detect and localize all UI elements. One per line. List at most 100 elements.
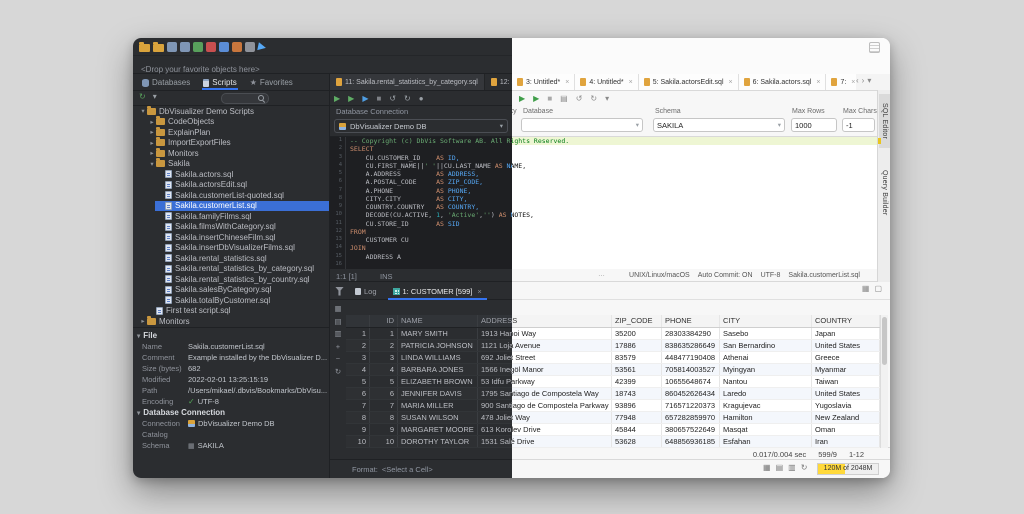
database-select[interactable]: ▾: [521, 118, 643, 132]
grid-cell[interactable]: 28303384290: [662, 328, 720, 339]
grid-cell[interactable]: Esfahan: [720, 436, 812, 447]
close-tab-icon[interactable]: ×: [816, 79, 820, 86]
filter-results-icon[interactable]: [335, 286, 344, 296]
grid-cell[interactable]: 2: [370, 340, 398, 351]
delete-row-icon[interactable]: −: [336, 355, 340, 363]
column-header-country[interactable]: COUNTRY: [812, 315, 880, 327]
editor-tab[interactable]: 3: Untitled* ×: [512, 74, 576, 90]
expander-icon[interactable]: ▸: [148, 118, 156, 126]
grid-cell[interactable]: 17886: [612, 340, 662, 351]
grid-cell[interactable]: 3: [346, 352, 370, 363]
column-header-id[interactable]: ID: [370, 315, 398, 327]
tree-item[interactable]: ▾ Sakila: [133, 158, 329, 170]
grid-cell[interactable]: 77948: [612, 412, 662, 423]
grid-cell[interactable]: JENNIFER DAVIS: [398, 388, 478, 399]
properties-section[interactable]: ▾ Database Connection: [133, 407, 329, 418]
grid-cell[interactable]: 860452626434: [662, 388, 720, 399]
grid-cell[interactable]: MARIA MILLER: [398, 400, 478, 411]
expander-icon[interactable]: ▸: [139, 317, 147, 325]
grid-cell[interactable]: DOROTHY TAYLOR: [398, 436, 478, 447]
disconnect-icon[interactable]: [206, 42, 216, 52]
grid-cell[interactable]: 45844: [612, 424, 662, 435]
grid-cell[interactable]: PATRICIA JOHNSON: [398, 340, 478, 351]
grid-cell[interactable]: San Bernardino: [720, 340, 812, 351]
run-script-icon[interactable]: ▶: [533, 94, 539, 103]
toolbar-overflow-icon[interactable]: [869, 42, 880, 53]
grid-cell[interactable]: Myingyan: [720, 364, 812, 375]
grid-cell[interactable]: 8: [370, 412, 398, 423]
tree-item[interactable]: ▸ CodeObjects: [133, 116, 329, 128]
grid-cell[interactable]: 18743: [612, 388, 662, 399]
tree-filter-input[interactable]: [224, 95, 258, 102]
redo-icon[interactable]: ↻: [590, 94, 597, 103]
schema-select[interactable]: SAKILA ▾: [653, 118, 785, 132]
history-icon[interactable]: ▾: [605, 94, 609, 103]
expander-icon[interactable]: ▾: [139, 107, 147, 115]
grid-cell[interactable]: MARY SMITH: [398, 328, 478, 339]
column-header-phone[interactable]: PHONE: [662, 315, 720, 327]
refresh-icon[interactable]: ↻: [139, 93, 146, 101]
tree-item[interactable]: Sakila.rental_statistics.sql: [133, 253, 329, 264]
grid-cell[interactable]: Oman: [812, 424, 880, 435]
column-header-zip_code[interactable]: ZIP_CODE: [612, 315, 662, 327]
grid-cell[interactable]: 648856936185: [662, 436, 720, 447]
status-autocommit[interactable]: Auto Commit: ON: [698, 272, 753, 279]
close-tab-icon[interactable]: ×: [851, 79, 855, 86]
tree-item[interactable]: ▸ Monitors: [133, 315, 329, 327]
editor-tab[interactable]: 12: S: [485, 74, 512, 90]
tree-item[interactable]: Sakila.actorsEdit.sql: [133, 180, 329, 191]
stop-icon[interactable]: ■: [547, 94, 552, 103]
tree-item[interactable]: Sakila.insertChineseFilm.sql: [133, 232, 329, 243]
editor-tab[interactable]: 7: ×: [826, 74, 856, 90]
connect-icon[interactable]: [193, 42, 203, 52]
tree-item[interactable]: Sakila.filmsWithCategory.sql: [133, 222, 329, 233]
tools-icon[interactable]: [245, 42, 255, 52]
grid-cell[interactable]: Greece: [812, 352, 880, 363]
reload-grid-icon[interactable]: ↻: [335, 367, 341, 376]
grid-cell[interactable]: Nantou: [720, 376, 812, 387]
grid-cell[interactable]: BARBARA JONES: [398, 364, 478, 375]
grid-cell[interactable]: Myanmar: [812, 364, 880, 375]
editor-tab[interactable]: 6: Sakila.actors.sql ×: [738, 74, 827, 90]
grid-cell[interactable]: 716571220373: [662, 400, 720, 411]
sidebar-tab-favorites[interactable]: ★ Favorites: [249, 74, 294, 90]
grid-cell[interactable]: Japan: [812, 328, 880, 339]
grid-cell[interactable]: SUSAN WILSON: [398, 412, 478, 423]
expander-icon[interactable]: ▾: [148, 160, 156, 168]
tree-item[interactable]: Sakila.actors.sql: [133, 169, 329, 180]
scrollbar-thumb[interactable]: [882, 317, 887, 365]
maximize-icon[interactable]: ▢: [874, 285, 882, 293]
stop-icon[interactable]: ■: [376, 94, 381, 103]
grid-cell[interactable]: Taiwan: [812, 376, 880, 387]
grid-cell[interactable]: 380657522649: [662, 424, 720, 435]
grid-cell[interactable]: 8: [346, 412, 370, 423]
grid-cell[interactable]: ELIZABETH BROWN: [398, 376, 478, 387]
collapse-section-icon[interactable]: ▾: [137, 332, 140, 340]
tab-list-icon[interactable]: ▾: [867, 77, 871, 85]
tree-item[interactable]: Sakila.customerList.sql: [133, 200, 329, 211]
editor-tab[interactable]: 4: Untitled* ×: [575, 74, 639, 90]
grid-view-icon[interactable]: ▦: [334, 305, 341, 313]
grid-cell[interactable]: Kragujevac: [720, 400, 812, 411]
editor-tab[interactable]: 11: Sakila.rental_statistics_by_category…: [330, 74, 485, 90]
grid-cell[interactable]: 1: [370, 328, 398, 339]
scroll-tabs-left-icon[interactable]: ‹: [856, 77, 859, 85]
rollback-icon[interactable]: [232, 42, 242, 52]
column-header[interactable]: [346, 315, 370, 327]
tree-item[interactable]: Sakila.rental_statistics_by_category.sql: [133, 264, 329, 275]
results-tab[interactable]: Log: [350, 282, 382, 300]
tree-item[interactable]: ▾ DbVisualizer Demo Scripts: [133, 106, 329, 117]
text-view-icon[interactable]: ▤: [776, 464, 784, 472]
tree-item[interactable]: Sakila.rental_statistics_by_country.sql: [133, 274, 329, 285]
grid-cell[interactable]: Laredo: [720, 388, 812, 399]
tree-item[interactable]: Sakila.familyFilms.sql: [133, 211, 329, 222]
close-tab-icon[interactable]: ×: [565, 79, 569, 86]
grid-cell[interactable]: 4: [346, 364, 370, 375]
grid-cell[interactable]: 35200: [612, 328, 662, 339]
grid-cell[interactable]: 9: [370, 424, 398, 435]
save-all-icon[interactable]: [180, 42, 190, 52]
grid-cell[interactable]: Sasebo: [720, 328, 812, 339]
grid-cell[interactable]: United States: [812, 340, 880, 351]
close-tab-icon[interactable]: ×: [477, 287, 481, 296]
close-tab-icon[interactable]: ×: [629, 79, 633, 86]
